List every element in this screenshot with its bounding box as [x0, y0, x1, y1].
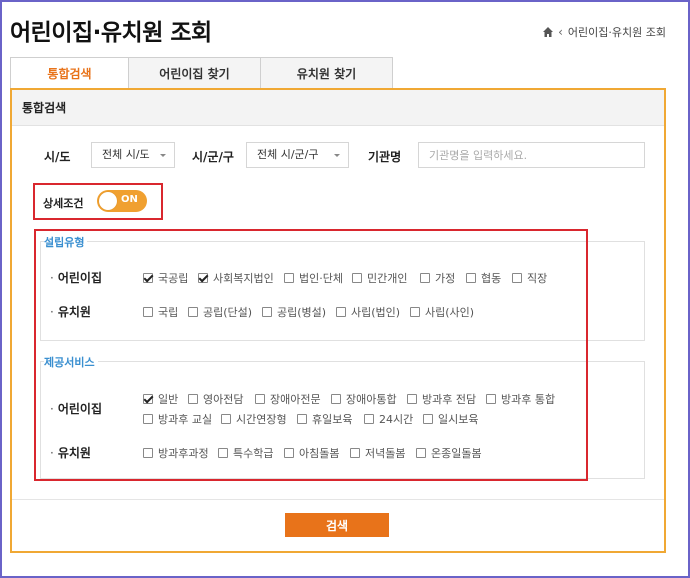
chevron-left-icon: ‹: [558, 25, 563, 39]
highlight-box: [34, 229, 588, 481]
toggle-knob: [99, 192, 117, 210]
breadcrumb: ‹ 어린이집·유치원 조회: [543, 24, 666, 40]
panel-title: 통합검색: [12, 90, 664, 126]
chevron-down-icon: [334, 154, 340, 157]
institution-name-label: 기관명: [368, 150, 402, 164]
sigungu-select[interactable]: 전체 시/군/구: [246, 142, 349, 168]
detail-condition-label: 상세조건: [43, 197, 84, 210]
sigungu-select-value: 전체 시/군/구: [257, 148, 319, 161]
page-title: 어린이집·유치원 조회: [10, 20, 212, 46]
sido-select-value: 전체 시/도: [102, 148, 150, 161]
institution-name-input[interactable]: [418, 142, 645, 168]
tab-kindergarten-search[interactable]: 유치원 찾기: [260, 57, 393, 88]
tab-integrated-search[interactable]: 통합검색: [10, 57, 129, 88]
search-button[interactable]: 검색: [285, 513, 389, 537]
sigungu-label: 시/군/구: [192, 150, 234, 164]
sido-select[interactable]: 전체 시/도: [91, 142, 175, 168]
detail-condition-box: 상세조건 ON: [33, 183, 163, 220]
home-icon[interactable]: [543, 27, 554, 37]
chevron-down-icon: [160, 154, 166, 157]
divider: [12, 499, 664, 500]
toggle-on-text: ON: [121, 194, 138, 205]
tab-bar: 통합검색 어린이집 찾기 유치원 찾기: [10, 57, 393, 88]
detail-toggle[interactable]: ON: [97, 190, 147, 212]
sido-label: 시/도: [44, 150, 71, 164]
breadcrumb-current: 어린이집·유치원 조회: [567, 26, 666, 39]
tab-daycare-search[interactable]: 어린이집 찾기: [128, 57, 261, 88]
